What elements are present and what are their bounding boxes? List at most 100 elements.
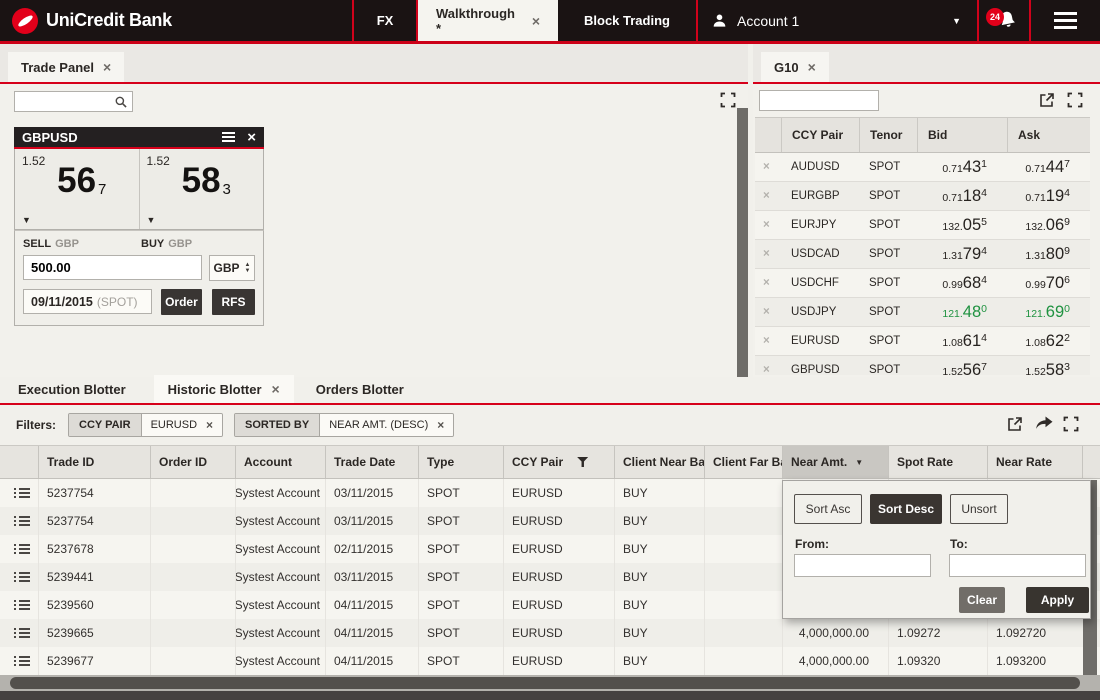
bid-cell[interactable]: 1.08614 <box>917 327 1007 355</box>
search-input[interactable] <box>15 93 114 110</box>
rate-row[interactable]: ×EURGBPSPOT0.711840.71194 <box>755 182 1090 211</box>
sort-desc-button[interactable]: Sort Desc <box>870 494 942 524</box>
row-actions-button[interactable] <box>0 535 38 563</box>
topbar-tab-walkthrough[interactable]: Walkthrough *× <box>418 0 558 41</box>
row-actions-button[interactable] <box>0 619 38 647</box>
blotter-col-near-rate[interactable]: Near Rate <box>987 446 1082 478</box>
table-row[interactable]: 5239677Systest Account04/11/2015SPOTEURU… <box>0 647 1100 675</box>
tab-execution-blotter[interactable]: Execution Blotter <box>4 375 140 403</box>
maximize-button[interactable] <box>1063 416 1080 433</box>
topbar-tab-block-trading[interactable]: Block Trading <box>558 0 696 41</box>
maximize-button[interactable] <box>1067 92 1084 109</box>
popout-button[interactable] <box>1007 416 1024 433</box>
rate-row[interactable]: ×AUDUSDSPOT0.714310.71447 <box>755 153 1090 182</box>
blotter-col-spot-rate[interactable]: Spot Rate <box>888 446 987 478</box>
blotter-col-trade-date[interactable]: Trade Date <box>325 446 418 478</box>
currency-select[interactable]: GBP ▲▼ <box>209 255 255 281</box>
value-date-input[interactable]: 09/11/2015 (SPOT) <box>23 289 152 314</box>
ask-cell[interactable]: 0.71447 <box>1007 153 1090 181</box>
share-button[interactable] <box>1035 416 1052 433</box>
rate-row[interactable]: ×EURJPYSPOT132.055132.069 <box>755 211 1090 240</box>
bid-cell[interactable]: 132.055 <box>917 211 1007 239</box>
rate-row[interactable]: ×EURUSDSPOT1.086141.08622 <box>755 327 1090 356</box>
rate-row[interactable]: ×GBPUSDSPOT1.525671.52583 <box>755 356 1090 375</box>
row-actions-button[interactable] <box>0 647 38 675</box>
row-actions-button[interactable] <box>0 507 38 535</box>
rate-row[interactable]: ×USDCHFSPOT0.996840.99706 <box>755 269 1090 298</box>
bid-cell[interactable]: 1.52567 <box>917 356 1007 375</box>
tab-orders-blotter[interactable]: Orders Blotter <box>302 375 418 403</box>
ask-cell[interactable]: 1.31809 <box>1007 240 1090 268</box>
blotter-col-ccy-pair[interactable]: CCY Pair <box>503 446 614 478</box>
close-tab-icon[interactable]: × <box>272 381 280 397</box>
blotter-col-near-amt[interactable]: Near Amt.▼ <box>782 446 888 478</box>
rate-row[interactable]: ×USDCADSPOT1.317941.31809 <box>755 240 1090 269</box>
blotter-col-client-near-base[interactable]: Client Near Base <box>614 446 704 478</box>
blotter-col-trade-id[interactable]: Trade ID <box>38 446 150 478</box>
ask-cell[interactable]: 132.069 <box>1007 211 1090 239</box>
horizontal-scrollbar[interactable] <box>0 675 1100 691</box>
remove-filter-icon[interactable]: × <box>437 418 444 432</box>
remove-pair-icon[interactable]: × <box>755 298 781 326</box>
search-input[interactable] <box>760 92 878 109</box>
rates-col-tenor[interactable]: Tenor <box>859 118 917 152</box>
blotter-col-account[interactable]: Account <box>235 446 325 478</box>
sort-asc-button[interactable]: Sort Asc <box>794 494 862 524</box>
close-tab-icon[interactable]: × <box>103 59 111 75</box>
apply-button[interactable]: Apply <box>1026 587 1089 613</box>
remove-pair-icon[interactable]: × <box>755 211 781 239</box>
scrollbar-thumb[interactable] <box>10 677 1080 689</box>
remove-filter-icon[interactable]: × <box>206 418 213 432</box>
blotter-col-client-far-base[interactable]: Client Far Base <box>704 446 782 478</box>
ask-cell[interactable]: 1.52583 <box>1007 356 1090 375</box>
close-tab-icon[interactable]: × <box>532 13 540 29</box>
table-row[interactable]: 5239665Systest Account04/11/2015SPOTEURU… <box>0 619 1100 647</box>
rates-col-ccy-pair[interactable]: CCY Pair <box>781 118 859 152</box>
row-actions-button[interactable] <box>0 479 38 507</box>
tab-trade-panel[interactable]: Trade Panel × <box>8 52 124 82</box>
remove-pair-icon[interactable]: × <box>755 182 781 210</box>
rate-row[interactable]: ×USDJPYSPOT121.480121.690 <box>755 298 1090 327</box>
account-menu[interactable]: Account 1 ▼ <box>696 0 977 41</box>
remove-pair-icon[interactable]: × <box>755 153 781 181</box>
close-tile-icon[interactable]: × <box>247 130 256 145</box>
popout-button[interactable] <box>1039 92 1056 109</box>
sell-price-tile[interactable]: 1.52 56 7 ▼ <box>15 149 139 229</box>
order-button[interactable]: Order <box>161 289 202 315</box>
maximize-button[interactable] <box>720 92 737 109</box>
remove-pair-icon[interactable]: × <box>755 356 781 375</box>
bid-cell[interactable]: 1.31794 <box>917 240 1007 268</box>
close-tab-icon[interactable]: × <box>808 59 816 75</box>
row-actions-button[interactable] <box>0 563 38 591</box>
blotter-col-type[interactable]: Type <box>418 446 503 478</box>
ask-cell[interactable]: 0.99706 <box>1007 269 1090 297</box>
rates-col-bid[interactable]: Bid <box>917 118 1007 152</box>
amount-input[interactable] <box>23 255 202 280</box>
from-input[interactable] <box>794 554 931 577</box>
tab-historic-blotter[interactable]: Historic Blotter× <box>154 375 294 403</box>
remove-pair-icon[interactable]: × <box>755 327 781 355</box>
buy-price-tile[interactable]: 1.52 58 3 ▼ <box>140 149 264 229</box>
bid-cell[interactable]: 0.71431 <box>917 153 1007 181</box>
bid-cell[interactable]: 0.71184 <box>917 182 1007 210</box>
blotter-col-order-id[interactable]: Order ID <box>150 446 235 478</box>
ask-cell[interactable]: 121.690 <box>1007 298 1090 326</box>
tab-g10[interactable]: G10 × <box>761 52 829 82</box>
to-input[interactable] <box>949 554 1086 577</box>
ask-cell[interactable]: 1.08622 <box>1007 327 1090 355</box>
tile-menu-icon[interactable] <box>222 132 235 142</box>
bid-cell[interactable]: 0.99684 <box>917 269 1007 297</box>
vertical-scrollbar[interactable] <box>737 108 748 377</box>
row-actions-button[interactable] <box>0 591 38 619</box>
rates-col-ask[interactable]: Ask <box>1007 118 1090 152</box>
main-menu-button[interactable] <box>1029 0 1100 41</box>
topbar-tab-fx[interactable]: FX <box>352 0 418 41</box>
rfs-button[interactable]: RFS <box>212 289 255 315</box>
notifications-button[interactable]: 24 <box>977 0 1029 41</box>
ask-cell[interactable]: 0.71194 <box>1007 182 1090 210</box>
remove-pair-icon[interactable]: × <box>755 269 781 297</box>
remove-pair-icon[interactable]: × <box>755 240 781 268</box>
unsort-button[interactable]: Unsort <box>950 494 1008 524</box>
clear-button[interactable]: Clear <box>959 587 1005 613</box>
bid-cell[interactable]: 121.480 <box>917 298 1007 326</box>
